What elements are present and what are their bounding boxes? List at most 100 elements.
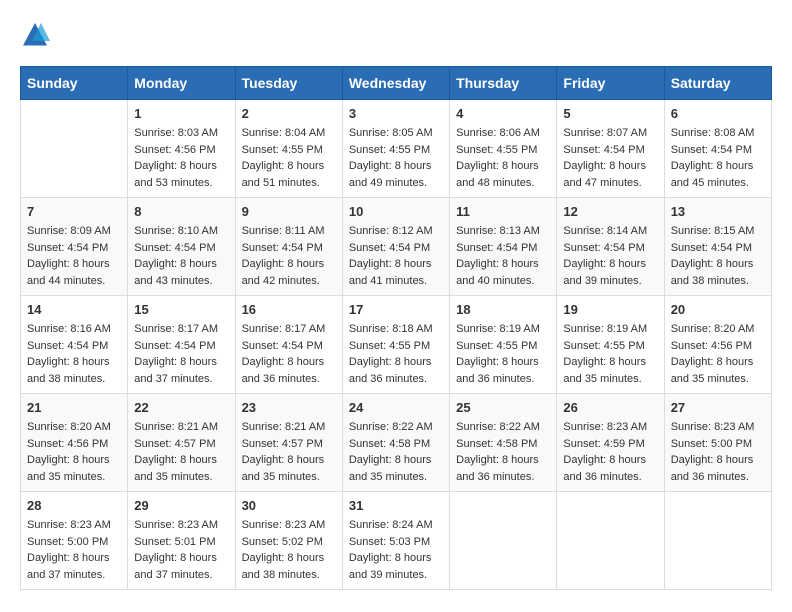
calendar-cell: 7 Sunrise: 8:09 AMSunset: 4:54 PMDaylight…: [21, 198, 128, 296]
calendar-cell: 1 Sunrise: 8:03 AMSunset: 4:56 PMDaylight…: [128, 100, 235, 198]
calendar-cell: 29 Sunrise: 8:23 AMSunset: 5:01 PMDayligh…: [128, 492, 235, 590]
calendar-cell: 20 Sunrise: 8:20 AMSunset: 4:56 PMDayligh…: [664, 296, 771, 394]
calendar-header-saturday: Saturday: [664, 67, 771, 100]
calendar-header-row: SundayMondayTuesdayWednesdayThursdayFrid…: [21, 67, 772, 100]
day-info: Sunrise: 8:23 AMSunset: 5:02 PMDaylight:…: [242, 517, 336, 583]
day-number: 3: [349, 106, 443, 121]
day-number: 15: [134, 302, 228, 317]
calendar-cell: [450, 492, 557, 590]
day-info: Sunrise: 8:19 AMSunset: 4:55 PMDaylight:…: [456, 321, 550, 387]
day-info: Sunrise: 8:20 AMSunset: 4:56 PMDaylight:…: [27, 419, 121, 485]
day-info: Sunrise: 8:24 AMSunset: 5:03 PMDaylight:…: [349, 517, 443, 583]
day-info: Sunrise: 8:09 AMSunset: 4:54 PMDaylight:…: [27, 223, 121, 289]
calendar-header-tuesday: Tuesday: [235, 67, 342, 100]
calendar-cell: 14Sunrise: 8:16 AMSunset: 4:54 PMDayligh…: [21, 296, 128, 394]
calendar-week-row: 14Sunrise: 8:16 AMSunset: 4:54 PMDayligh…: [21, 296, 772, 394]
calendar-header-monday: Monday: [128, 67, 235, 100]
calendar-cell: 27 Sunrise: 8:23 AMSunset: 5:00 PMDayligh…: [664, 394, 771, 492]
day-info: Sunrise: 8:21 AMSunset: 4:57 PMDaylight:…: [134, 419, 228, 485]
day-info: Sunrise: 8:20 AMSunset: 4:56 PMDaylight:…: [671, 321, 765, 387]
day-info: Sunrise: 8:17 AMSunset: 4:54 PMDaylight:…: [242, 321, 336, 387]
day-info: Sunrise: 8:03 AMSunset: 4:56 PMDaylight:…: [134, 125, 228, 191]
calendar-cell: 21 Sunrise: 8:20 AMSunset: 4:56 PMDayligh…: [21, 394, 128, 492]
day-info: Sunrise: 8:22 AMSunset: 4:58 PMDaylight:…: [349, 419, 443, 485]
calendar-cell: 2 Sunrise: 8:04 AMSunset: 4:55 PMDaylight…: [235, 100, 342, 198]
day-number: 17: [349, 302, 443, 317]
day-number: 1: [134, 106, 228, 121]
day-number: 22: [134, 400, 228, 415]
day-info: Sunrise: 8:18 AMSunset: 4:55 PMDaylight:…: [349, 321, 443, 387]
day-info: Sunrise: 8:10 AMSunset: 4:54 PMDaylight:…: [134, 223, 228, 289]
calendar-week-row: 21 Sunrise: 8:20 AMSunset: 4:56 PMDayligh…: [21, 394, 772, 492]
day-info: Sunrise: 8:04 AMSunset: 4:55 PMDaylight:…: [242, 125, 336, 191]
calendar-cell: 25Sunrise: 8:22 AMSunset: 4:58 PMDayligh…: [450, 394, 557, 492]
day-info: Sunrise: 8:23 AMSunset: 4:59 PMDaylight:…: [563, 419, 657, 485]
day-info: Sunrise: 8:05 AMSunset: 4:55 PMDaylight:…: [349, 125, 443, 191]
day-number: 24: [349, 400, 443, 415]
day-info: Sunrise: 8:06 AMSunset: 4:55 PMDaylight:…: [456, 125, 550, 191]
day-number: 14: [27, 302, 121, 317]
calendar-cell: 16 Sunrise: 8:17 AMSunset: 4:54 PMDayligh…: [235, 296, 342, 394]
calendar-table: SundayMondayTuesdayWednesdayThursdayFrid…: [20, 66, 772, 590]
calendar-cell: 18 Sunrise: 8:19 AMSunset: 4:55 PMDayligh…: [450, 296, 557, 394]
day-info: Sunrise: 8:11 AMSunset: 4:54 PMDaylight:…: [242, 223, 336, 289]
calendar-header-friday: Friday: [557, 67, 664, 100]
day-number: 9: [242, 204, 336, 219]
day-number: 6: [671, 106, 765, 121]
day-number: 12: [563, 204, 657, 219]
calendar-cell: 19Sunrise: 8:19 AMSunset: 4:55 PMDayligh…: [557, 296, 664, 394]
day-info: Sunrise: 8:08 AMSunset: 4:54 PMDaylight:…: [671, 125, 765, 191]
logo-icon: [20, 20, 50, 50]
calendar-cell: [21, 100, 128, 198]
day-info: Sunrise: 8:14 AMSunset: 4:54 PMDaylight:…: [563, 223, 657, 289]
day-info: Sunrise: 8:13 AMSunset: 4:54 PMDaylight:…: [456, 223, 550, 289]
day-number: 16: [242, 302, 336, 317]
day-info: Sunrise: 8:12 AMSunset: 4:54 PMDaylight:…: [349, 223, 443, 289]
calendar-cell: 30 Sunrise: 8:23 AMSunset: 5:02 PMDayligh…: [235, 492, 342, 590]
calendar-cell: 6 Sunrise: 8:08 AMSunset: 4:54 PMDaylight…: [664, 100, 771, 198]
calendar-cell: 12 Sunrise: 8:14 AMSunset: 4:54 PMDayligh…: [557, 198, 664, 296]
day-number: 8: [134, 204, 228, 219]
calendar-cell: 24 Sunrise: 8:22 AMSunset: 4:58 PMDayligh…: [342, 394, 449, 492]
day-number: 26: [563, 400, 657, 415]
day-number: 20: [671, 302, 765, 317]
day-info: Sunrise: 8:07 AMSunset: 4:54 PMDaylight:…: [563, 125, 657, 191]
calendar-cell: 15Sunrise: 8:17 AMSunset: 4:54 PMDayligh…: [128, 296, 235, 394]
day-number: 11: [456, 204, 550, 219]
day-number: 29: [134, 498, 228, 513]
day-number: 10: [349, 204, 443, 219]
page-header: [20, 20, 772, 50]
calendar-cell: 5 Sunrise: 8:07 AMSunset: 4:54 PMDaylight…: [557, 100, 664, 198]
calendar-cell: 26 Sunrise: 8:23 AMSunset: 4:59 PMDayligh…: [557, 394, 664, 492]
day-number: 7: [27, 204, 121, 219]
day-info: Sunrise: 8:23 AMSunset: 5:00 PMDaylight:…: [27, 517, 121, 583]
day-info: Sunrise: 8:23 AMSunset: 5:01 PMDaylight:…: [134, 517, 228, 583]
calendar-cell: 23Sunrise: 8:21 AMSunset: 4:57 PMDayligh…: [235, 394, 342, 492]
day-info: Sunrise: 8:19 AMSunset: 4:55 PMDaylight:…: [563, 321, 657, 387]
calendar-cell: 31Sunrise: 8:24 AMSunset: 5:03 PMDayligh…: [342, 492, 449, 590]
calendar-header-sunday: Sunday: [21, 67, 128, 100]
calendar-week-row: 1 Sunrise: 8:03 AMSunset: 4:56 PMDaylight…: [21, 100, 772, 198]
calendar-week-row: 28Sunrise: 8:23 AMSunset: 5:00 PMDayligh…: [21, 492, 772, 590]
calendar-cell: 17 Sunrise: 8:18 AMSunset: 4:55 PMDayligh…: [342, 296, 449, 394]
day-number: 18: [456, 302, 550, 317]
day-number: 27: [671, 400, 765, 415]
day-info: Sunrise: 8:23 AMSunset: 5:00 PMDaylight:…: [671, 419, 765, 485]
day-number: 21: [27, 400, 121, 415]
day-number: 13: [671, 204, 765, 219]
calendar-cell: [664, 492, 771, 590]
day-info: Sunrise: 8:15 AMSunset: 4:54 PMDaylight:…: [671, 223, 765, 289]
day-number: 5: [563, 106, 657, 121]
day-number: 2: [242, 106, 336, 121]
calendar-header-wednesday: Wednesday: [342, 67, 449, 100]
day-number: 4: [456, 106, 550, 121]
day-info: Sunrise: 8:21 AMSunset: 4:57 PMDaylight:…: [242, 419, 336, 485]
day-number: 30: [242, 498, 336, 513]
calendar-cell: 4 Sunrise: 8:06 AMSunset: 4:55 PMDaylight…: [450, 100, 557, 198]
calendar-week-row: 7 Sunrise: 8:09 AMSunset: 4:54 PMDaylight…: [21, 198, 772, 296]
calendar-cell: [557, 492, 664, 590]
calendar-cell: 10 Sunrise: 8:12 AMSunset: 4:54 PMDayligh…: [342, 198, 449, 296]
day-number: 25: [456, 400, 550, 415]
calendar-cell: 13 Sunrise: 8:15 AMSunset: 4:54 PMDayligh…: [664, 198, 771, 296]
calendar-cell: 8 Sunrise: 8:10 AMSunset: 4:54 PMDaylight…: [128, 198, 235, 296]
